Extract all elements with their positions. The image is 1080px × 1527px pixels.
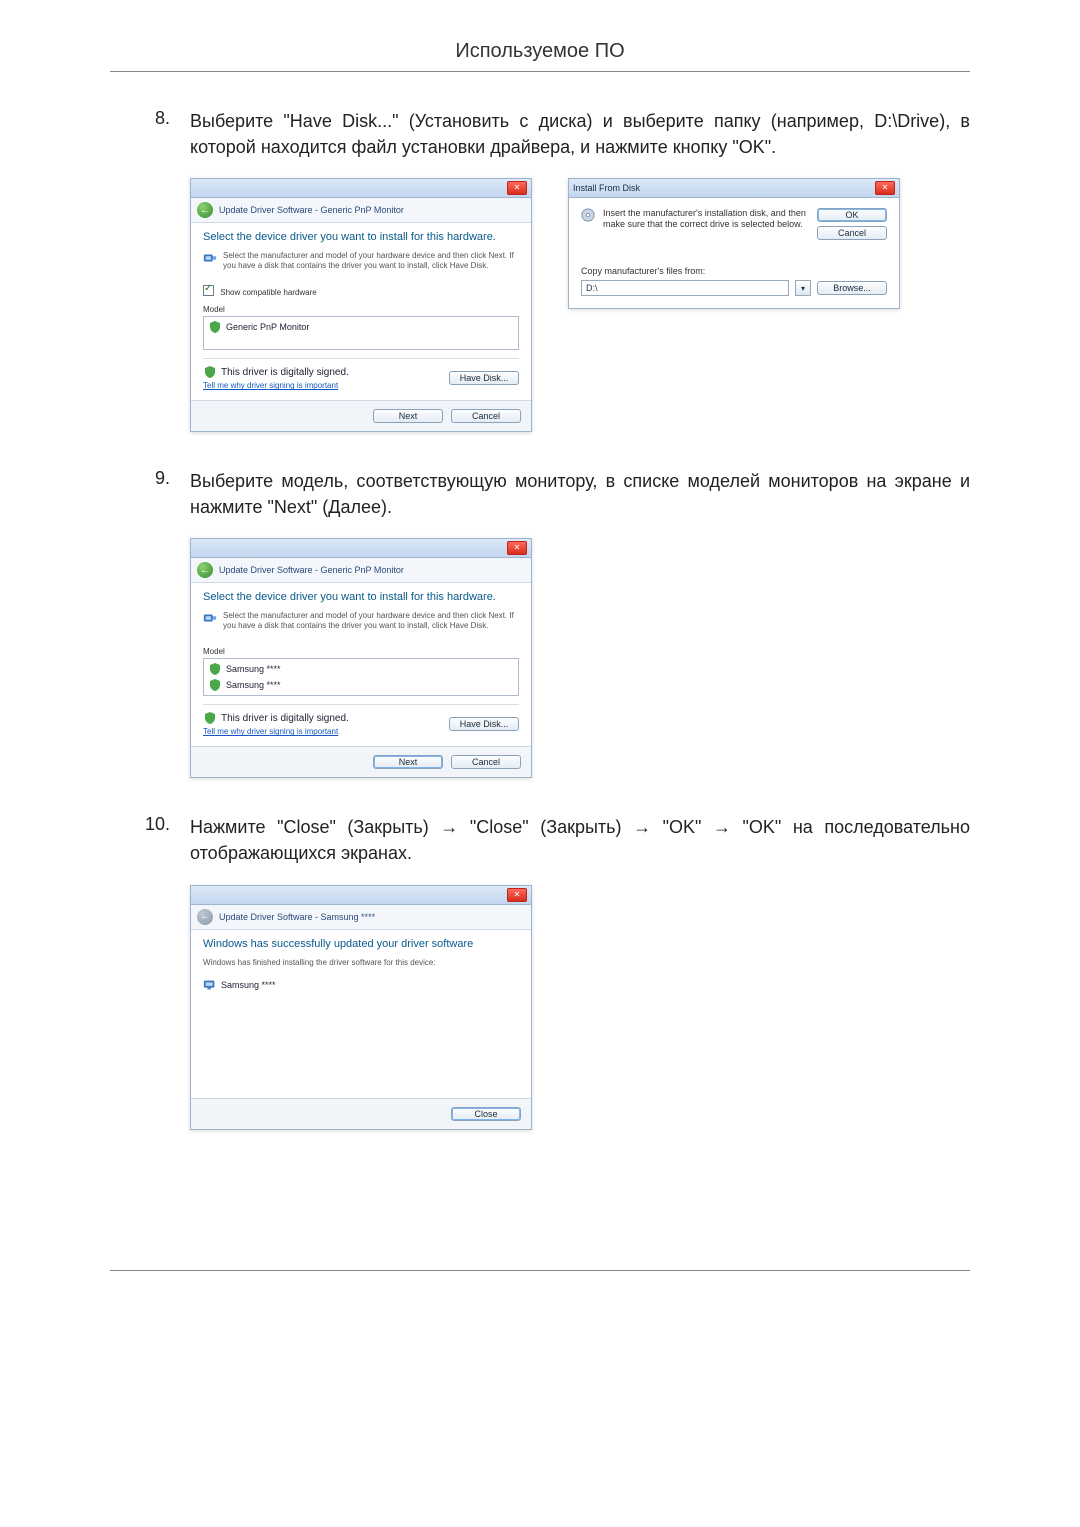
model-name: Samsung **** xyxy=(226,664,281,674)
update-driver-success-dialog: ✕ ← Update Driver Software - Samsung ***… xyxy=(190,885,532,1130)
device-name: Samsung **** xyxy=(221,980,276,990)
signed-status: This driver is digitally signed. xyxy=(221,713,349,724)
shield-icon xyxy=(203,365,217,379)
chevron-down-icon[interactable]: ▾ xyxy=(795,280,811,296)
next-button[interactable]: Next xyxy=(373,409,443,423)
model-name: Generic PnP Monitor xyxy=(226,322,309,332)
dialog-heading: Windows has successfully updated your dr… xyxy=(203,938,519,950)
disc-icon xyxy=(581,208,595,222)
breadcrumb: Update Driver Software - Generic PnP Mon… xyxy=(219,205,404,215)
shield-icon xyxy=(208,320,222,334)
hardware-icon xyxy=(203,611,217,625)
cancel-button[interactable]: Cancel xyxy=(817,226,887,240)
ok-button[interactable]: OK xyxy=(817,208,887,222)
dialog-instruction: Windows has finished installing the driv… xyxy=(203,958,519,967)
step-9-text: Выберите модель, соответствующую монитор… xyxy=(190,468,970,520)
breadcrumb: Update Driver Software - Generic PnP Mon… xyxy=(219,565,404,575)
close-icon[interactable]: ✕ xyxy=(507,181,527,195)
model-list[interactable]: Samsung **** Samsung **** xyxy=(203,658,519,696)
monitor-icon xyxy=(203,978,217,992)
back-icon[interactable]: ← xyxy=(197,562,213,578)
shield-icon xyxy=(208,662,222,676)
path-value: D:\ xyxy=(586,283,598,293)
step-10-number: 10. xyxy=(110,814,170,866)
close-button[interactable]: Close xyxy=(451,1107,521,1121)
footer-rule xyxy=(110,1270,970,1271)
back-icon[interactable]: ← xyxy=(197,202,213,218)
model-column-header: Model xyxy=(203,647,519,656)
list-item[interactable]: Samsung **** xyxy=(208,661,514,677)
show-compatible-checkbox[interactable] xyxy=(203,285,214,296)
copy-from-label: Copy manufacturer's files from: xyxy=(581,266,887,276)
show-compatible-label: Show compatible hardware xyxy=(220,288,317,297)
shield-icon xyxy=(203,711,217,725)
close-icon[interactable]: ✕ xyxy=(507,541,527,555)
path-input[interactable]: D:\ xyxy=(581,280,789,296)
dialog-instruction: Select the manufacturer and model of you… xyxy=(223,251,519,271)
close-icon[interactable]: ✕ xyxy=(507,888,527,902)
list-item[interactable]: Generic PnP Monitor xyxy=(208,319,514,335)
dialog-heading: Select the device driver you want to ins… xyxy=(203,231,519,243)
breadcrumb: Update Driver Software - Samsung **** xyxy=(219,912,375,922)
install-from-disk-dialog: Install From Disk ✕ Insert the manufactu… xyxy=(568,178,900,309)
page-title: Используемое ПО xyxy=(110,40,970,72)
step-9-number: 9. xyxy=(110,468,170,520)
list-item[interactable]: Samsung **** xyxy=(208,677,514,693)
model-list[interactable]: Generic PnP Monitor xyxy=(203,316,519,350)
step-10: 10. Нажмите "Close" (Закрыть) → "Close" … xyxy=(110,814,970,866)
signing-info-link[interactable]: Tell me why driver signing is important xyxy=(203,381,349,390)
step-8-text: Выберите "Have Disk..." (Установить с ди… xyxy=(190,108,970,160)
update-driver-dialog-2: ✕ ← Update Driver Software - Generic PnP… xyxy=(190,538,532,778)
step-10-text: Нажмите "Close" (Закрыть) → "Close" (Зак… xyxy=(190,814,970,866)
back-icon: ← xyxy=(197,909,213,925)
signed-status: This driver is digitally signed. xyxy=(221,367,349,378)
step-8: 8. Выберите "Have Disk..." (Установить с… xyxy=(110,108,970,160)
update-driver-dialog-1: ✕ ← Update Driver Software - Generic PnP… xyxy=(190,178,532,432)
browse-button[interactable]: Browse... xyxy=(817,281,887,295)
cancel-button[interactable]: Cancel xyxy=(451,755,521,769)
shield-icon xyxy=(208,678,222,692)
dialog-heading: Select the device driver you want to ins… xyxy=(203,591,519,603)
dialog-instruction: Select the manufacturer and model of you… xyxy=(223,611,519,631)
next-button[interactable]: Next xyxy=(373,755,443,769)
have-disk-button[interactable]: Have Disk... xyxy=(449,717,519,731)
model-name: Samsung **** xyxy=(226,680,281,690)
window-caption: Install From Disk xyxy=(573,183,873,193)
close-icon[interactable]: ✕ xyxy=(875,181,895,195)
model-column-header: Model xyxy=(203,305,519,314)
step-8-number: 8. xyxy=(110,108,170,160)
dialog-instruction: Insert the manufacturer's installation d… xyxy=(603,208,809,231)
have-disk-button[interactable]: Have Disk... xyxy=(449,371,519,385)
hardware-icon xyxy=(203,251,217,265)
cancel-button[interactable]: Cancel xyxy=(451,409,521,423)
signing-info-link[interactable]: Tell me why driver signing is important xyxy=(203,727,349,736)
step-9: 9. Выберите модель, соответствующую мони… xyxy=(110,468,970,520)
